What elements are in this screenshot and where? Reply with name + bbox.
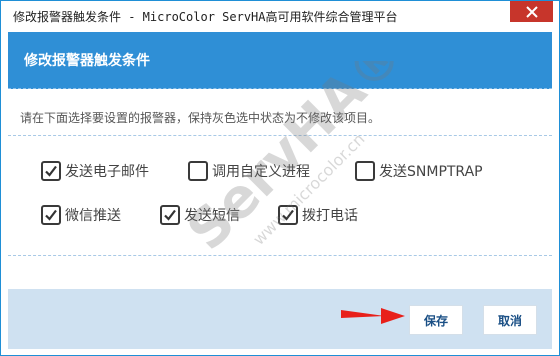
checkmark-icon (282, 209, 294, 221)
red-arrow-icon (341, 308, 405, 324)
dialog-header: 修改报警器触发条件 (8, 32, 552, 89)
dialog-content: 请在下面选择要设置的报警器，保持灰色选中状态为不修改该项目。 发送电子邮件 调用… (8, 89, 552, 289)
divider (8, 135, 552, 136)
dialog-window: 修改报警器触发条件 - MicroColor ServHA高可用软件综合管理平台… (0, 0, 560, 356)
checkbox-snmptrap[interactable] (355, 161, 375, 181)
option-label: 发送SNMPTRAP (379, 164, 483, 180)
checkmark-icon (45, 165, 57, 177)
checkmark-icon (45, 209, 57, 221)
option-phone-call[interactable]: 拨打电话 (278, 205, 358, 225)
option-wechat[interactable]: 微信推送 (41, 205, 121, 225)
window-title: 修改报警器触发条件 - MicroColor ServHA高可用软件综合管理平台 (13, 10, 398, 24)
cancel-button[interactable]: 取消 (483, 305, 537, 335)
option-label: 发送短信 (184, 208, 240, 224)
checkmark-icon (164, 209, 176, 221)
checkbox-phone-call[interactable] (278, 205, 298, 225)
option-label: 发送电子邮件 (65, 164, 149, 180)
save-button[interactable]: 保存 (409, 305, 463, 335)
option-label: 调用自定义进程 (212, 164, 310, 180)
checkbox-email[interactable] (41, 161, 61, 181)
close-button[interactable] (510, 1, 553, 22)
checkbox-custom-process[interactable] (188, 161, 208, 181)
dialog-footer: 保存 取消 (8, 289, 552, 349)
checkbox-wechat[interactable] (41, 205, 61, 225)
option-email[interactable]: 发送电子邮件 (41, 161, 149, 181)
option-sms[interactable]: 发送短信 (160, 205, 240, 225)
dialog-heading: 修改报警器触发条件 (24, 53, 150, 69)
option-label: 微信推送 (65, 208, 121, 224)
hint-text: 请在下面选择要设置的报警器，保持灰色选中状态为不修改该项目。 (20, 111, 381, 125)
checkbox-sms[interactable] (160, 205, 180, 225)
option-label: 拨打电话 (302, 208, 358, 224)
title-bar[interactable]: 修改报警器触发条件 - MicroColor ServHA高可用软件综合管理平台 (1, 1, 559, 31)
option-snmptrap[interactable]: 发送SNMPTRAP (355, 161, 483, 181)
close-icon (525, 5, 538, 18)
divider (8, 255, 552, 256)
option-custom-process[interactable]: 调用自定义进程 (188, 161, 310, 181)
